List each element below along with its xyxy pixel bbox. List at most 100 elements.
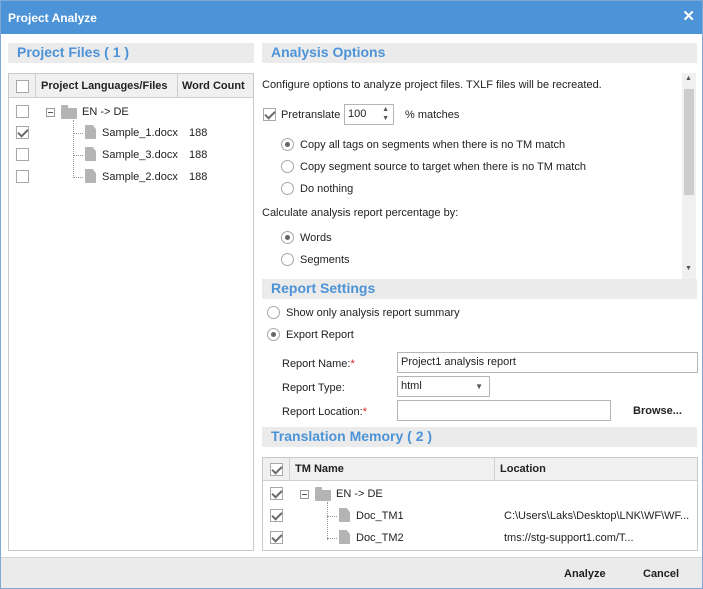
tm-location: C:\Users\Laks\Desktop\LNK\WF\WF...	[504, 510, 690, 522]
file-name: Sample_2.docx	[102, 171, 178, 183]
copy-source-radio[interactable]	[281, 160, 294, 173]
report-type-value: html	[401, 380, 422, 392]
cancel-button[interactable]: Cancel	[643, 568, 679, 580]
project-files-table-header: Project Languages/Files Word Count	[9, 74, 253, 98]
summary-only-label[interactable]: Show only analysis report summary	[286, 307, 460, 319]
translation-memory-panel: TM Name Location EN -> DE Doc_TM1 C:\Use…	[262, 457, 698, 551]
tree-line	[73, 133, 83, 134]
language-pair-checkbox[interactable]	[16, 105, 29, 118]
collapse-icon[interactable]	[46, 108, 55, 117]
file-checkbox-sample-1[interactable]	[16, 126, 29, 139]
column-header-word-count[interactable]: Word Count	[182, 80, 245, 92]
document-icon	[85, 169, 96, 183]
match-percentage-spinner[interactable]: 100 ▲ ▼	[344, 104, 394, 125]
spinner-arrows-icon[interactable]: ▲ ▼	[382, 105, 389, 123]
translation-memory-header: Translation Memory ( 2 )	[262, 427, 697, 447]
file-word-count: 188	[189, 149, 208, 161]
report-settings-header: Report Settings	[262, 279, 697, 299]
copy-source-label[interactable]: Copy segment source to target when there…	[300, 161, 586, 173]
analysis-options-panel: Configure options to analyze project fil…	[262, 73, 697, 279]
select-all-tm-checkbox[interactable]	[270, 463, 283, 476]
file-word-count: 188	[189, 171, 208, 183]
report-location-label: Report Location:*	[282, 406, 367, 418]
column-header-tm-name[interactable]: TM Name	[295, 463, 344, 475]
report-name-input[interactable]: Project1 analysis report	[397, 352, 698, 373]
column-divider	[494, 458, 495, 481]
folder-icon	[61, 105, 77, 119]
report-type-label: Report Type:	[282, 382, 345, 394]
tm-name: Doc_TM2	[356, 532, 404, 544]
column-divider	[289, 458, 290, 481]
required-mark: *	[350, 358, 355, 370]
required-mark: *	[362, 406, 367, 418]
report-name-label: Report Name:*	[282, 358, 355, 370]
dialog-title: Project Analyze	[8, 11, 97, 25]
tm-table-header: TM Name Location	[263, 458, 697, 481]
file-word-count: 188	[189, 127, 208, 139]
dialog-footer: Analyze Cancel	[1, 557, 702, 588]
language-pair-label: EN -> DE	[82, 106, 129, 118]
close-icon[interactable]: ✕	[682, 9, 695, 24]
tm-language-pair-label: EN -> DE	[336, 488, 383, 500]
analysis-intro-text: Configure options to analyze project fil…	[262, 79, 602, 91]
document-icon	[339, 508, 350, 522]
export-report-label[interactable]: Export Report	[286, 329, 354, 341]
document-icon	[339, 530, 350, 544]
do-nothing-radio[interactable]	[281, 182, 294, 195]
scroll-down-icon[interactable]: ▼	[685, 265, 692, 272]
column-header-location[interactable]: Location	[500, 463, 546, 475]
tm-name: Doc_TM1	[356, 510, 404, 522]
tm-checkbox-doc-tm2[interactable]	[270, 531, 283, 544]
report-location-label-text: Report Location:	[282, 406, 363, 418]
pretranslate-checkbox[interactable]	[263, 108, 276, 121]
file-checkbox-sample-3[interactable]	[16, 148, 29, 161]
copy-tags-radio[interactable]	[281, 138, 294, 151]
segments-radio[interactable]	[281, 253, 294, 266]
project-files-panel: Project Languages/Files Word Count EN ->…	[8, 73, 254, 551]
analyze-button[interactable]: Analyze	[564, 568, 606, 580]
words-label[interactable]: Words	[300, 232, 332, 244]
scrollbar-thumb[interactable]	[684, 89, 694, 195]
document-icon	[85, 147, 96, 161]
tm-language-pair-checkbox[interactable]	[270, 487, 283, 500]
scroll-up-icon[interactable]: ▲	[685, 75, 692, 82]
tree-line	[327, 502, 328, 540]
do-nothing-label[interactable]: Do nothing	[300, 183, 353, 195]
analysis-options-scrollbar[interactable]: ▲ ▼	[682, 73, 696, 279]
document-icon	[85, 125, 96, 139]
tree-line	[327, 538, 337, 539]
match-suffix-label: % matches	[405, 109, 460, 121]
analysis-options-header: Analysis Options	[262, 43, 697, 63]
browse-button[interactable]: Browse...	[633, 405, 682, 417]
project-analyze-dialog: Project Analyze ✕ Project Files ( 1 ) Pr…	[0, 0, 703, 589]
report-location-input[interactable]	[397, 400, 611, 421]
segments-label[interactable]: Segments	[300, 254, 350, 266]
collapse-icon[interactable]	[300, 490, 309, 499]
file-checkbox-sample-2[interactable]	[16, 170, 29, 183]
tree-line	[327, 516, 337, 517]
project-files-header: Project Files ( 1 )	[8, 43, 254, 63]
tm-location: tms://stg-support1.com/T...	[504, 532, 634, 544]
column-divider	[35, 74, 36, 98]
file-name: Sample_1.docx	[102, 127, 178, 139]
report-name-label-text: Report Name:	[282, 358, 351, 370]
summary-only-radio[interactable]	[267, 306, 280, 319]
select-all-files-checkbox[interactable]	[16, 80, 29, 93]
percentage-label: Calculate analysis report percentage by:	[262, 207, 459, 219]
pretranslate-label: Pretranslate	[281, 109, 341, 121]
tree-line	[73, 177, 83, 178]
tree-line	[73, 120, 74, 178]
export-report-radio[interactable]	[267, 328, 280, 341]
tm-checkbox-doc-tm1[interactable]	[270, 509, 283, 522]
match-percentage-value: 100	[348, 108, 367, 120]
tree-line	[73, 155, 83, 156]
column-divider	[177, 74, 178, 98]
title-bar: Project Analyze ✕	[1, 1, 702, 34]
column-header-languages-files[interactable]: Project Languages/Files	[41, 80, 168, 92]
words-radio[interactable]	[281, 231, 294, 244]
folder-icon	[315, 487, 331, 501]
chevron-down-icon[interactable]: ▼	[475, 377, 483, 396]
copy-tags-label[interactable]: Copy all tags on segments when there is …	[300, 139, 565, 151]
report-type-select[interactable]: html ▼	[397, 376, 490, 397]
file-name: Sample_3.docx	[102, 149, 178, 161]
